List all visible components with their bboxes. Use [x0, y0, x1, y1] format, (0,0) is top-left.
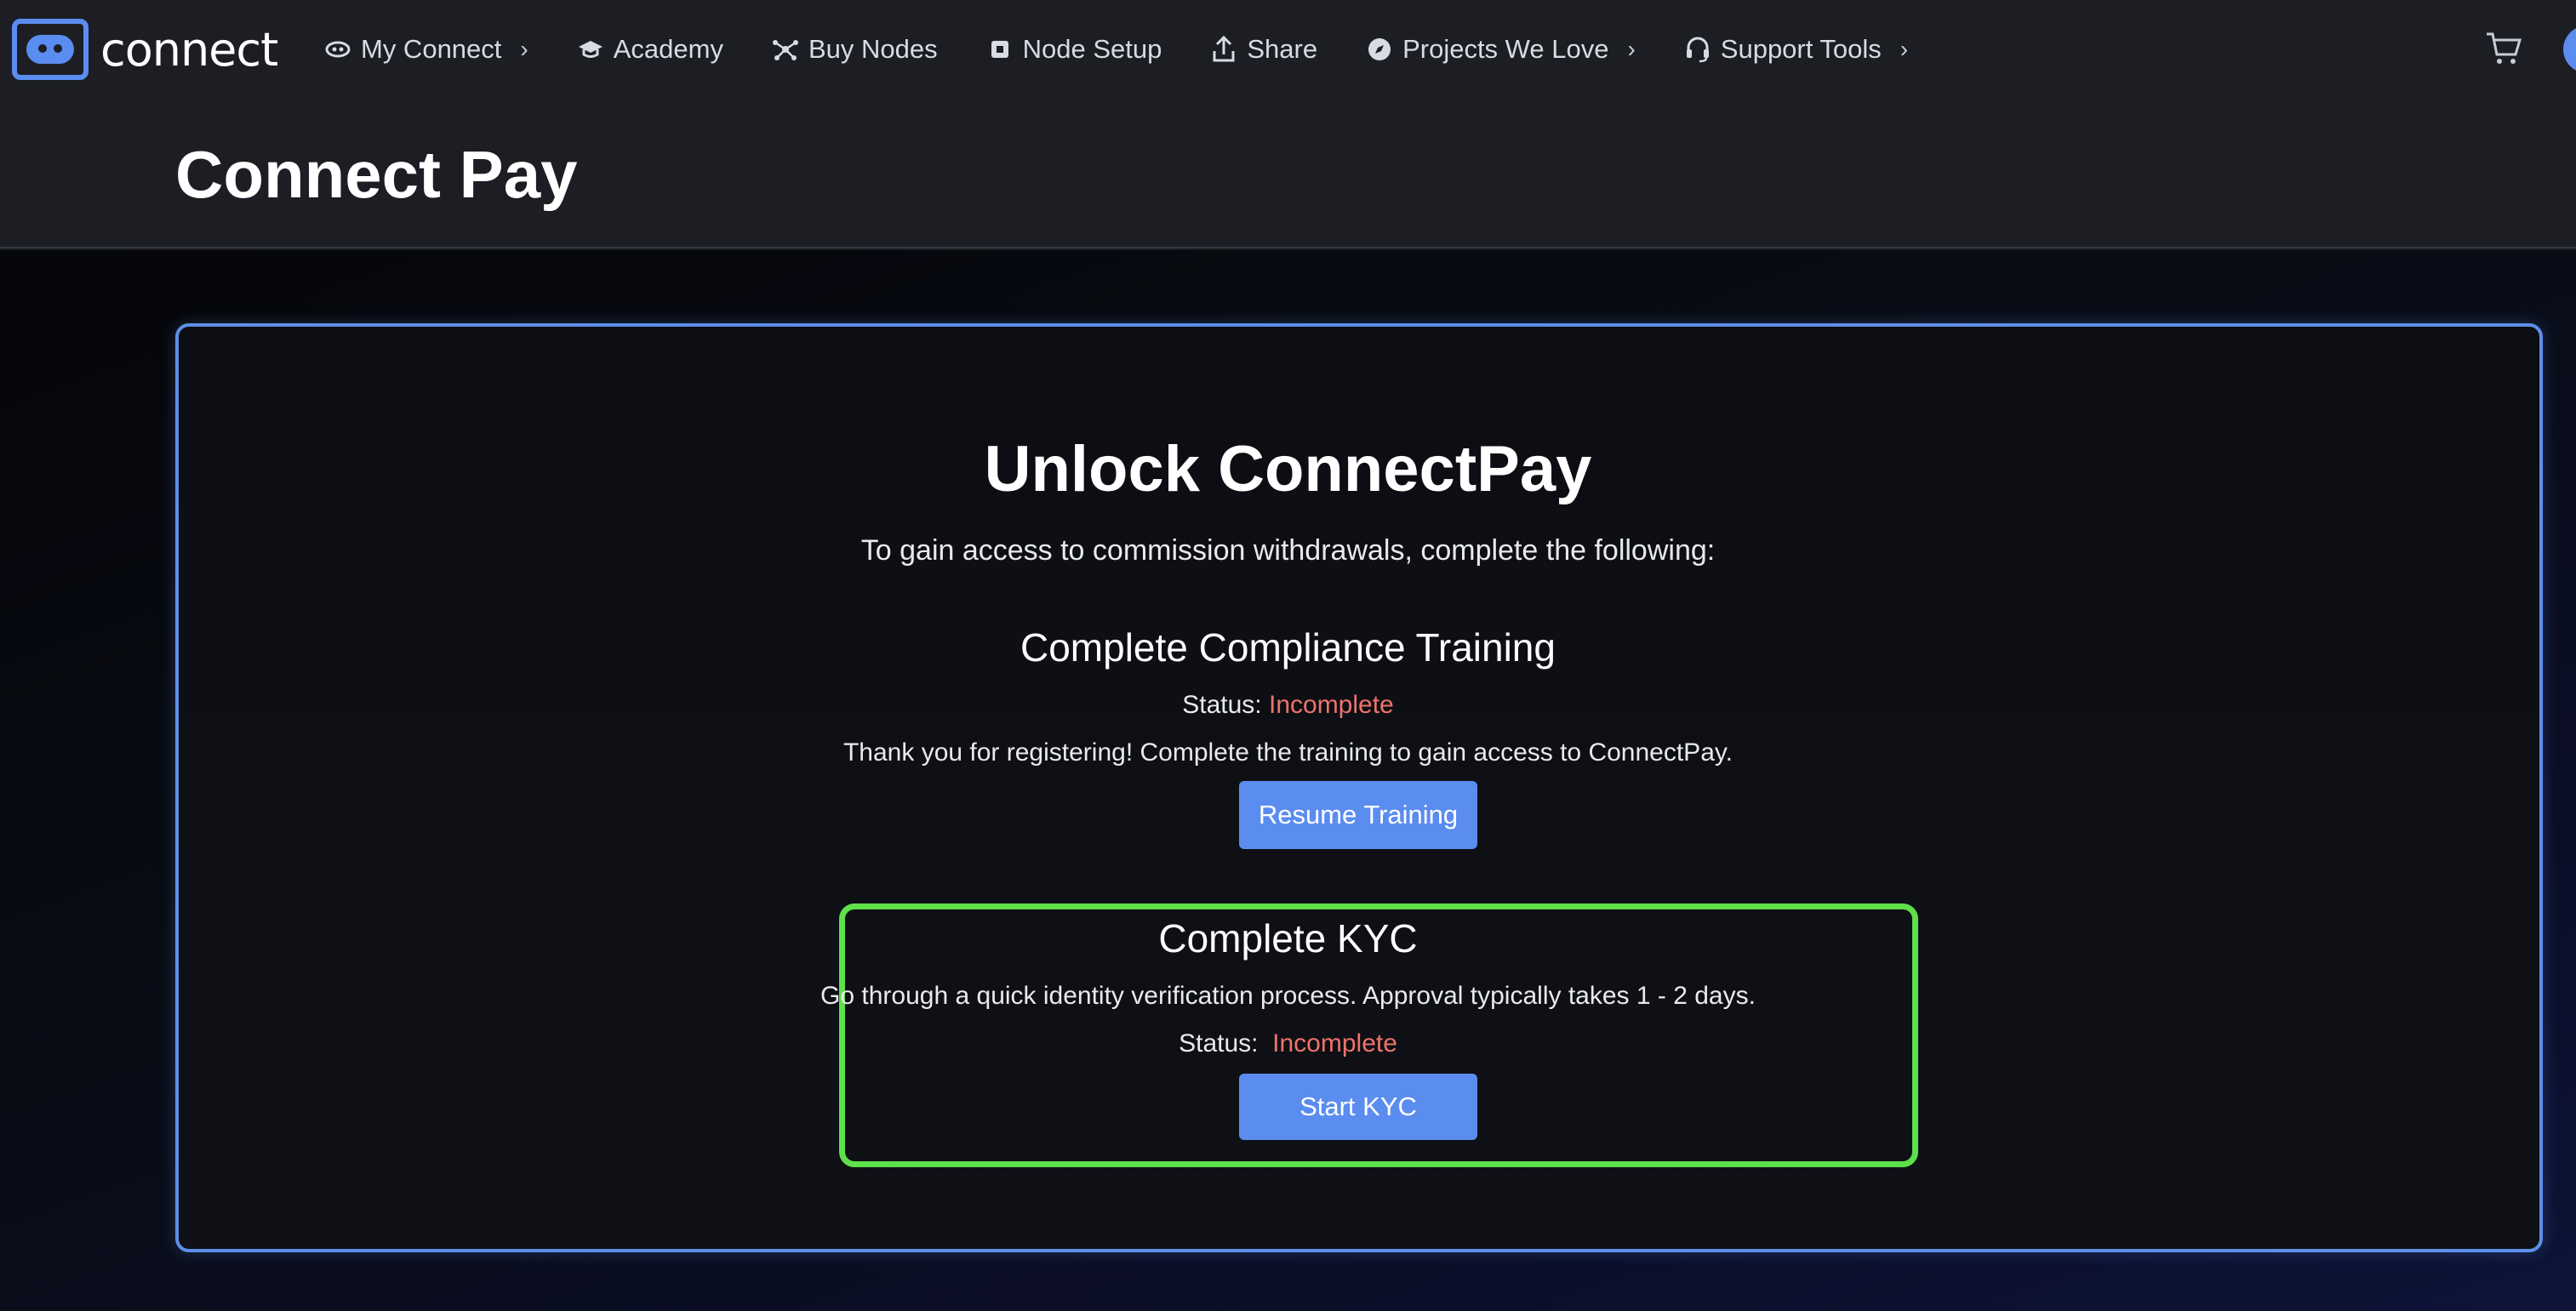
nav-item-buy-nodes[interactable]: Buy Nodes: [771, 34, 938, 65]
kyc-title: Complete KYC: [1158, 916, 1418, 960]
nav-item-node-setup[interactable]: Node Setup: [985, 34, 1162, 65]
nav-item-label: Academy: [613, 34, 723, 64]
unlock-title: Unlock ConnectPay: [984, 433, 1592, 505]
nav-item-share[interactable]: Share: [1209, 34, 1317, 65]
cart-icon[interactable]: [2485, 31, 2524, 70]
avatar[interactable]: [2563, 26, 2576, 73]
nav-item-label: Buy Nodes: [808, 34, 938, 64]
nav-item-label: Projects We Love: [1402, 34, 1609, 64]
start-kyc-button[interactable]: Start KYC: [1239, 1074, 1477, 1140]
kyc-status-value: Incomplete: [1272, 1029, 1397, 1057]
kyc-description: Go through a quick identity verification…: [820, 982, 1756, 1010]
logo[interactable]: connect: [12, 19, 278, 80]
page-title: Connect Pay: [175, 137, 578, 212]
chevron-right-icon: ›: [520, 36, 528, 62]
setup-icon: [985, 35, 1014, 64]
unlock-subtitle: To gain access to commission withdrawals…: [860, 534, 1716, 567]
graduation-cap-icon: [576, 35, 605, 64]
nav-item-label: Support Tools: [1720, 34, 1882, 64]
nav-item-my-connect[interactable]: My Connect ›: [323, 34, 528, 65]
compass-icon: [1365, 35, 1394, 64]
training-description: Thank you for registering! Complete the …: [842, 738, 1733, 767]
training-status-value: Incomplete: [1268, 691, 1394, 719]
kyc-status-label: Status:: [1179, 1029, 1259, 1057]
nav-items: My Connect › Academy Buy Nodes Node Setu…: [323, 26, 1956, 73]
chevron-right-icon: ›: [1899, 36, 1909, 62]
resume-training-button[interactable]: Resume Training: [1239, 781, 1477, 849]
top-header: connect My Connect › Academy Buy Nodes N…: [0, 0, 2576, 248]
nav-item-label: My Connect: [361, 34, 502, 64]
nav-item-support-tools[interactable]: Support Tools ›: [1683, 34, 1908, 65]
logo-text: connect: [100, 22, 278, 77]
nodes-icon: [771, 35, 800, 64]
nav-item-projects-we-love[interactable]: Projects We Love ›: [1365, 34, 1636, 65]
training-title: Complete Compliance Training: [1020, 625, 1556, 670]
main-nav: connect My Connect › Academy Buy Nodes N…: [0, 0, 2576, 99]
chevron-right-icon: ›: [1627, 36, 1636, 62]
training-status: Status: Incomplete: [0, 691, 2576, 720]
training-status-label: Status:: [1182, 691, 1262, 719]
kyc-status: Status: Incomplete: [0, 1029, 2576, 1058]
headset-icon: [1683, 35, 1712, 64]
share-icon: [1209, 35, 1238, 64]
nav-item-label: Share: [1247, 34, 1318, 64]
nav-item-academy[interactable]: Academy: [576, 34, 723, 65]
nav-item-label: Node Setup: [1022, 34, 1162, 64]
eye-icon: [323, 35, 352, 64]
connect-logo-icon: [12, 19, 89, 80]
